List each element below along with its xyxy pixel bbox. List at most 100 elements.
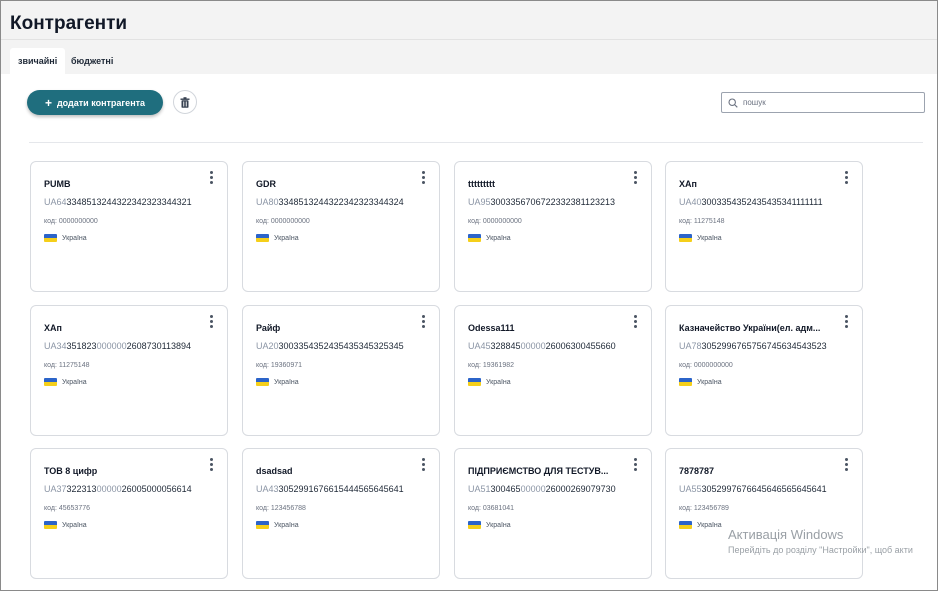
country-name: Україна	[697, 234, 722, 242]
iban-country-prefix: UA45	[468, 341, 491, 351]
page-title: Контрагенти	[10, 13, 128, 34]
counterparty-iban: UA513004650000026000269079730	[468, 484, 648, 494]
more-options-icon[interactable]	[415, 313, 431, 329]
counterparty-card[interactable]: ttttttttt UA953003356706722332381123213 ко…	[454, 161, 652, 292]
counterparty-name: dsadsad	[256, 466, 293, 476]
counterparty-country: Україна	[256, 378, 299, 386]
more-options-icon[interactable]	[203, 169, 219, 185]
counterparty-card[interactable]: Райф UA203003354352435435345325345 код: 19…	[242, 305, 440, 436]
more-options-icon[interactable]	[627, 313, 643, 329]
counterparty-name: Odessa111	[468, 323, 515, 333]
iban-bank-code: 322313	[66, 484, 97, 494]
counterparty-code: код: 123456789	[679, 505, 729, 512]
counterparty-code: код: 123456788	[256, 505, 306, 512]
counterparty-card[interactable]: Казначейство України(ел. адм... UA7830529…	[665, 305, 863, 436]
country-name: Україна	[62, 521, 87, 529]
counterparty-card[interactable]: PUMB UA643348513244322342323344321 код: 00…	[30, 161, 228, 292]
counterparty-name: PUMB	[44, 179, 71, 189]
iban-zero-padding: 00000	[96, 484, 122, 494]
counterparty-code: код: 0000000000	[256, 218, 310, 225]
add-counterparty-button[interactable]: + додати контрагента	[27, 90, 163, 115]
iban-account-number: 3003356706722332381123213	[490, 197, 615, 207]
more-options-icon[interactable]	[415, 456, 431, 472]
search-input[interactable]	[743, 98, 913, 107]
tab-regular[interactable]: звичайні	[10, 48, 66, 74]
more-options-icon[interactable]	[838, 169, 854, 185]
counterparty-card[interactable]: Odessa111 UA453288450000026006300455660 ко…	[454, 305, 652, 436]
plus-icon: +	[44, 95, 52, 110]
more-options-icon[interactable]	[627, 456, 643, 472]
more-options-icon[interactable]	[627, 169, 643, 185]
ukraine-flag-icon	[44, 521, 57, 529]
add-counterparty-label: додати контрагента	[56, 97, 146, 108]
counterparty-card[interactable]: 7878787 UA553052997676645646565645641 код:…	[665, 448, 863, 579]
counterparty-code: код: 11275148	[679, 218, 725, 225]
more-options-icon[interactable]	[203, 456, 219, 472]
counterparty-iban: UA433052991676615444565645641	[256, 484, 436, 494]
counterparty-code: код: 0000000000	[679, 362, 733, 369]
ukraine-flag-icon	[256, 378, 269, 386]
counterparty-name: Казначейство України(ел. адм...	[679, 323, 821, 333]
more-options-icon[interactable]	[415, 169, 431, 185]
counterparty-card[interactable]: dsadsad UA433052991676615444565645641 код:…	[242, 448, 440, 579]
counterparty-code: код: 19361982	[468, 362, 514, 369]
country-name: Україна	[486, 521, 511, 529]
more-options-icon[interactable]	[838, 313, 854, 329]
iban-country-prefix: UA37	[44, 484, 67, 494]
counterparty-card[interactable]: GDR UA803348513244322342323344324 код: 000…	[242, 161, 440, 292]
iban-account-number: 3003354352435435345325345	[278, 341, 404, 351]
counterparty-card[interactable]: ПІДПРИЄМСТВО ДЛЯ ТЕСТУВ... UA513004650000…	[454, 448, 652, 579]
ukraine-flag-icon	[468, 234, 481, 242]
counterparty-card[interactable]: ТОВ 8 цифр UA373223130000026005000056614 к…	[30, 448, 228, 579]
more-options-icon[interactable]	[838, 456, 854, 472]
iban-country-prefix: UA20	[256, 341, 279, 351]
iban-bank-code: 351823	[66, 341, 97, 351]
counterparty-iban: UA953003356706722332381123213	[468, 197, 648, 207]
counterparty-iban: UA343518230000002608730113894	[44, 341, 224, 351]
counterparty-code: код: 45653776	[44, 505, 90, 512]
counterparty-country: Україна	[44, 234, 87, 242]
iban-account-number: 26000269079730	[545, 484, 616, 494]
ukraine-flag-icon	[679, 521, 692, 529]
ukraine-flag-icon	[256, 521, 269, 529]
more-options-icon[interactable]	[203, 313, 219, 329]
iban-account-number: 3003354352435435341111111	[701, 197, 823, 207]
search-box[interactable]	[721, 92, 925, 113]
country-name: Україна	[486, 234, 511, 242]
divider	[29, 142, 923, 143]
ukraine-flag-icon	[679, 378, 692, 386]
counterparty-country: Україна	[679, 378, 722, 386]
iban-bank-code: 300465	[490, 484, 521, 494]
counterparty-code: код: 0000000000	[468, 218, 522, 225]
country-name: Україна	[486, 378, 511, 386]
iban-country-prefix: UA80	[256, 197, 279, 207]
counterparty-country: Україна	[468, 234, 511, 242]
counterparty-name: GDR	[256, 179, 276, 189]
counterparty-name: Райф	[256, 323, 281, 333]
counterparty-name: ТОВ 8 цифр	[44, 466, 98, 476]
counterparty-name: ttttttttt	[468, 179, 495, 189]
search-icon	[728, 97, 738, 108]
counterparty-iban: UA783052996765756745634543523	[679, 341, 859, 351]
iban-country-prefix: UA34	[44, 341, 67, 351]
counterparty-country: Україна	[256, 521, 299, 529]
counterparty-card[interactable]: ХАп UA403003354352435435341111111 код: 112…	[665, 161, 863, 292]
country-name: Україна	[274, 378, 299, 386]
country-name: Україна	[274, 234, 299, 242]
counterparty-code: код: 03681041	[468, 505, 514, 512]
counterparty-code: код: 19360971	[256, 362, 302, 369]
counterparty-name: 7878787	[679, 466, 715, 476]
tab-budget[interactable]: бюджетні	[63, 48, 121, 74]
counterparty-card[interactable]: ХАп UA343518230000002608730113894 код: 112…	[30, 305, 228, 436]
ukraine-flag-icon	[44, 378, 57, 386]
delete-button[interactable]	[173, 90, 197, 114]
trash-icon	[180, 96, 190, 108]
iban-country-prefix: UA78	[679, 341, 702, 351]
ukraine-flag-icon	[679, 234, 692, 242]
iban-account-number: 26006300455660	[545, 341, 616, 351]
ukraine-flag-icon	[44, 234, 57, 242]
iban-account-number: 3348513244322342323344321	[66, 197, 192, 207]
counterparty-iban: UA453288450000026006300455660	[468, 341, 648, 351]
ukraine-flag-icon	[468, 378, 481, 386]
iban-zero-padding: 000000	[96, 341, 127, 351]
